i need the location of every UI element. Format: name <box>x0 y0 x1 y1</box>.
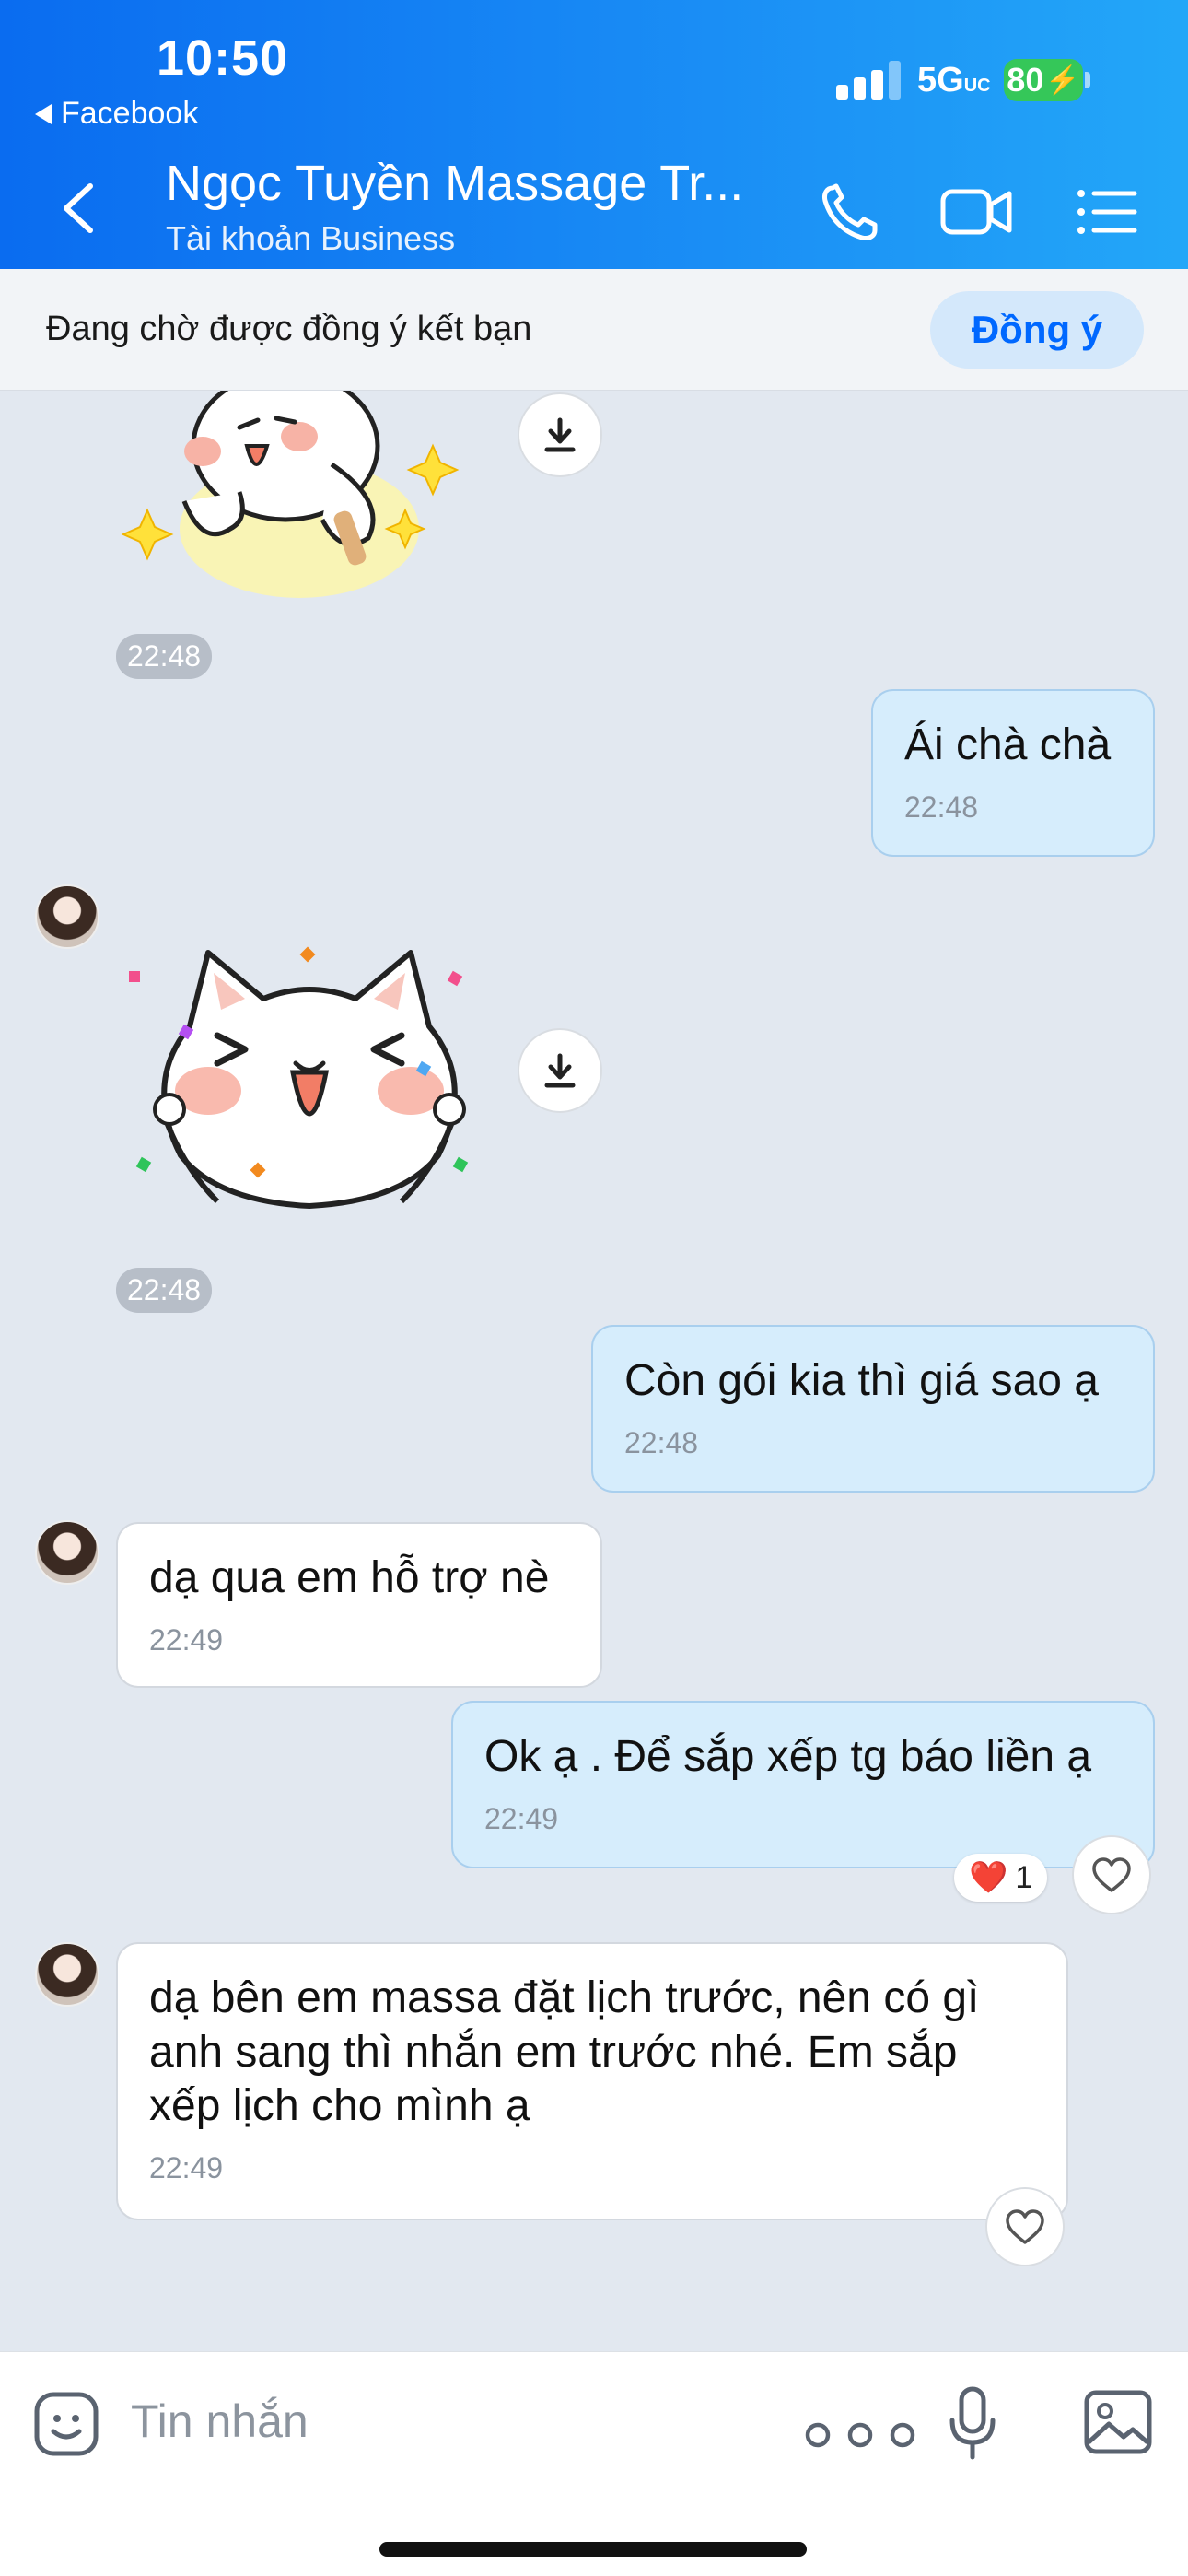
contact-avatar[interactable] <box>35 1942 99 2007</box>
network-sub-label: UC <box>963 76 991 96</box>
message-input[interactable]: Tin nhắn <box>131 2395 309 2448</box>
message-text: Ok ạ . Để sắp xếp tg báo liền ạ <box>484 1732 1092 1781</box>
message-time: 22:48 <box>116 634 213 679</box>
microphone-icon[interactable] <box>947 2385 998 2463</box>
outgoing-message-bubble[interactable]: Còn gói kia thì giá sao ạ 22:48 <box>591 1325 1155 1493</box>
battery-indicator: 80 ⚡ <box>1004 59 1083 101</box>
message-time: 22:48 <box>116 1268 213 1313</box>
status-time: 10:50 <box>157 30 289 86</box>
menu-list-icon[interactable] <box>1074 175 1147 249</box>
message-time: 22:49 <box>149 1622 224 1657</box>
video-call-icon[interactable] <box>939 175 1015 249</box>
heart-outline-icon <box>1006 2209 1044 2244</box>
more-options-icon[interactable] <box>801 2420 921 2450</box>
network-label: 5G <box>917 61 964 100</box>
back-to-facebook-link[interactable]: Facebook <box>35 96 198 132</box>
download-sticker-button[interactable] <box>518 392 602 477</box>
back-app-label: Facebook <box>61 96 199 131</box>
message-time: 22:49 <box>484 1801 559 1835</box>
contact-avatar[interactable] <box>35 1520 99 1585</box>
message-time: 22:49 <box>149 2150 224 2184</box>
cat-laughing-sticker[interactable] <box>125 925 494 1220</box>
chat-title[interactable]: Ngọc Tuyền Massage Tr... <box>166 155 743 212</box>
outgoing-message-bubble[interactable]: Ái chà chà 22:48 <box>871 689 1155 857</box>
home-indicator <box>379 2542 807 2557</box>
chat-header: 10:50 Facebook 5GUC 80 ⚡ Ngọc Tuyền Mass… <box>0 0 1188 269</box>
heart-outline-icon <box>1092 1857 1131 1892</box>
signal-strength-icon <box>836 59 901 100</box>
download-icon <box>544 417 576 452</box>
react-button[interactable] <box>1072 1835 1151 1914</box>
reaction-summary[interactable]: ❤️ 1 <box>954 1854 1048 1902</box>
phone-call-icon[interactable] <box>812 175 886 249</box>
outgoing-message-bubble[interactable]: Ok ạ . Để sắp xếp tg báo liền ạ 22:49 <box>451 1701 1155 1868</box>
chat-subtitle: Tài khoản Business <box>166 219 456 257</box>
accept-friend-button[interactable]: Đồng ý <box>930 291 1144 369</box>
message-time: 22:48 <box>624 1425 699 1459</box>
back-triangle-icon <box>35 103 52 124</box>
message-text: Ái chà chà <box>904 720 1112 769</box>
emoji-sticker-icon[interactable] <box>33 2391 99 2457</box>
download-icon <box>544 1053 576 1088</box>
battery-tip <box>1085 72 1090 88</box>
network-type: 5GUC <box>917 61 991 100</box>
battery-level: 80 <box>1007 61 1044 99</box>
incoming-message-bubble[interactable]: dạ qua em hỗ trợ nè 22:49 <box>116 1522 602 1688</box>
friend-request-text: Đang chờ được đồng ý kết bạn <box>46 310 532 348</box>
heart-reaction-icon: ❤️ <box>969 1860 1008 1895</box>
cat-sparkle-sticker[interactable] <box>120 391 479 603</box>
contact-avatar[interactable] <box>35 884 99 949</box>
back-arrow-icon[interactable] <box>57 181 99 236</box>
message-input-bar: Tin nhắn <box>0 2351 1188 2576</box>
react-button[interactable] <box>985 2187 1065 2266</box>
download-sticker-button[interactable] <box>518 1028 602 1113</box>
charging-bolt-icon: ⚡ <box>1045 64 1080 96</box>
message-time: 22:48 <box>904 790 979 824</box>
image-gallery-icon[interactable] <box>1083 2389 1153 2455</box>
reaction-count: 1 <box>1015 1859 1033 1895</box>
incoming-message-bubble[interactable]: dạ bên em massa đặt lịch trước, nên có g… <box>116 1942 1068 2220</box>
message-text: dạ qua em hỗ trợ nè <box>149 1553 550 1602</box>
message-text: Còn gói kia thì giá sao ạ <box>624 1356 1099 1405</box>
message-text: dạ bên em massa đặt lịch trước, nên có g… <box>149 1973 980 2131</box>
